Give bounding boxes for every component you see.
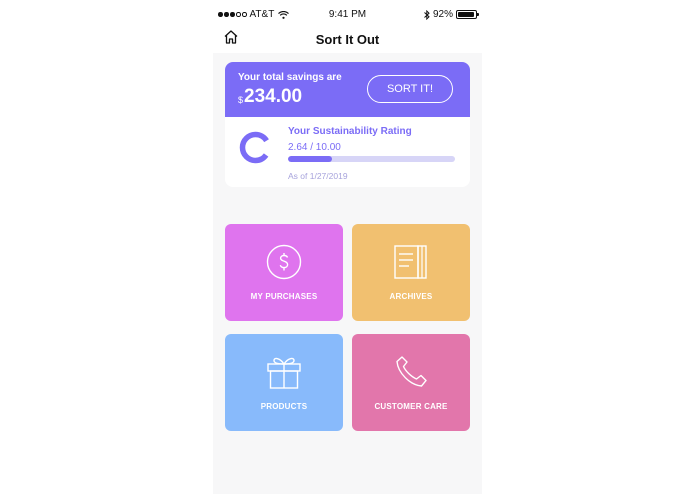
tile-archives[interactable]: ARCHIVES xyxy=(352,224,470,321)
savings-banner: Your total savings are $ 234.00 SORT IT! xyxy=(225,62,470,117)
status-bar: AT&T 9:41 PM 92% xyxy=(213,7,482,23)
phone-icon xyxy=(396,356,427,387)
battery-fill xyxy=(458,12,474,17)
tile-customer-care[interactable]: CUSTOMER CARE xyxy=(352,334,470,431)
savings-amount: $ 234.00 xyxy=(238,86,302,108)
tile-my-purchases[interactable]: MY PURCHASES xyxy=(225,224,343,321)
savings-card: Your total savings are $ 234.00 SORT IT!… xyxy=(225,62,470,187)
currency-symbol: $ xyxy=(238,95,244,105)
rating-progress-fill xyxy=(288,156,333,162)
bluetooth-icon xyxy=(424,9,430,20)
dollar-circle-icon xyxy=(266,244,302,280)
tile-label: MY PURCHASES xyxy=(250,292,318,301)
tile-label: CUSTOMER CARE xyxy=(374,402,448,411)
tile-products[interactable]: PRODUCTS xyxy=(225,334,343,431)
savings-label: Your total savings are xyxy=(238,72,342,83)
sort-it-button[interactable]: SORT IT! xyxy=(367,75,453,103)
gift-icon xyxy=(267,357,301,389)
tile-label: PRODUCTS xyxy=(260,402,308,411)
tile-label: ARCHIVES xyxy=(389,292,433,301)
rating-progress-bar xyxy=(288,156,455,162)
status-right: 92% xyxy=(424,9,479,20)
battery-icon xyxy=(456,10,479,19)
rating-ring-icon xyxy=(239,131,272,164)
rating-title: Your Sustainability Rating xyxy=(288,126,412,137)
top-bar: AT&T 9:41 PM 92% Sort It Out xyxy=(213,0,482,53)
savings-value: 234.00 xyxy=(244,86,303,107)
phone-screen: AT&T 9:41 PM 92% Sort It Out Your total … xyxy=(213,0,482,494)
page-title: Sort It Out xyxy=(315,32,380,47)
rating-value: 2.64 / 10.00 xyxy=(288,142,341,153)
battery-percent: 92% xyxy=(432,9,453,20)
rating-date: As of 1/27/2019 xyxy=(288,171,348,181)
book-icon xyxy=(394,245,427,279)
